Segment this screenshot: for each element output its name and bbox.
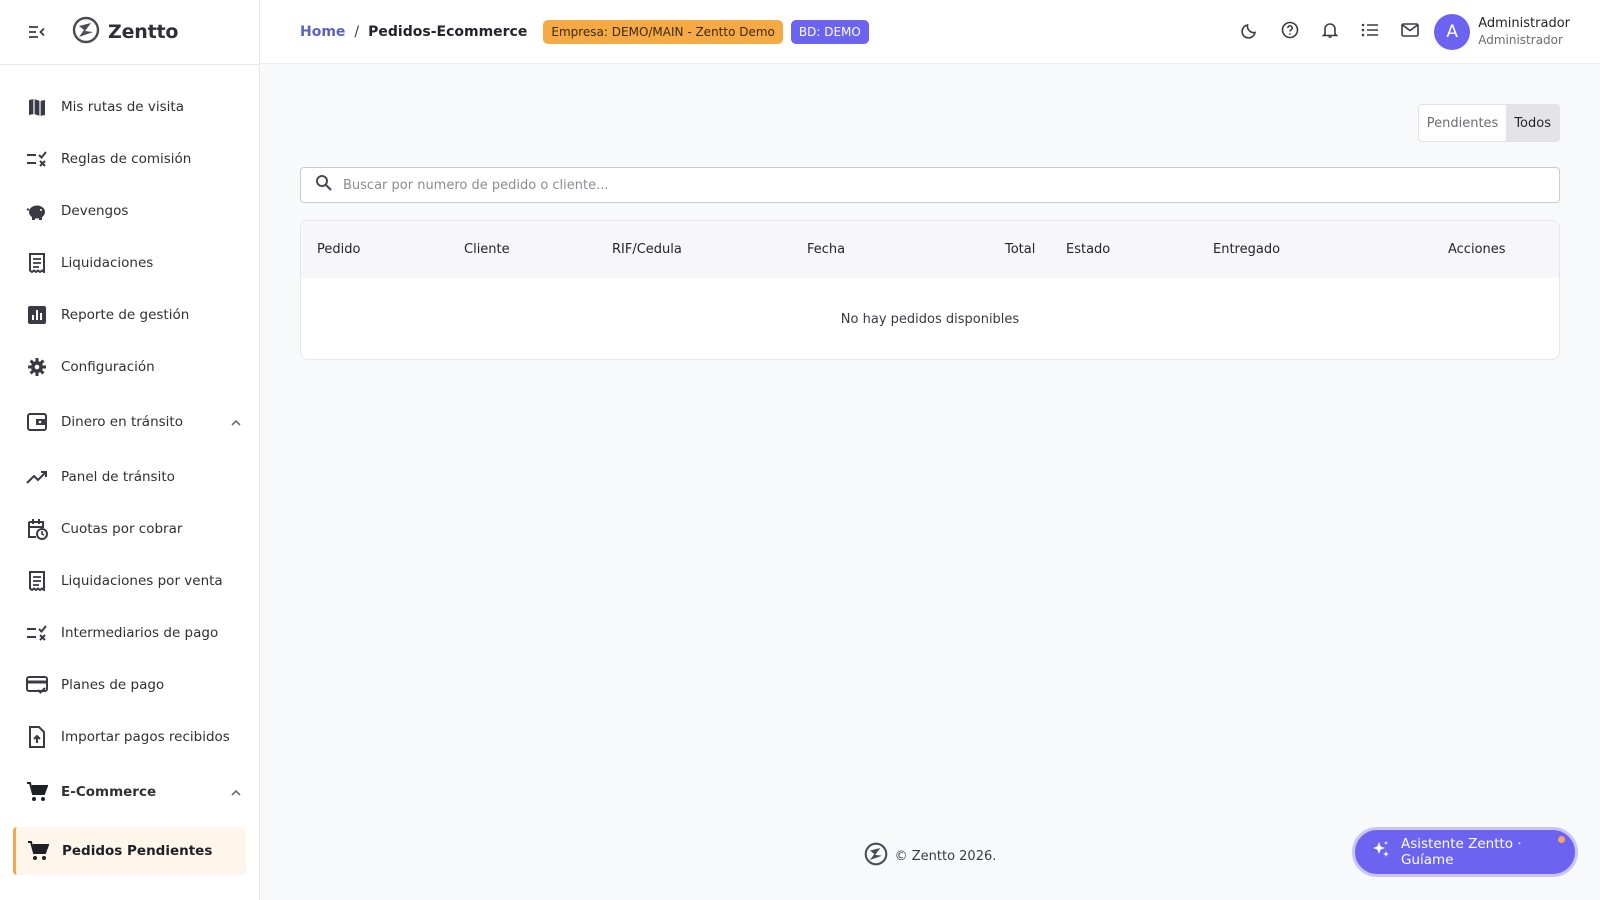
receipt-icon: [25, 251, 49, 275]
calendar-clock-icon: [25, 517, 49, 541]
column-header-fecha[interactable]: Fecha: [807, 242, 845, 257]
sidebar-item-devengos[interactable]: Devengos: [0, 185, 259, 237]
sidebar-item-label: Devengos: [61, 203, 129, 219]
wallet-icon: [25, 410, 49, 434]
user-menu[interactable]: A Administrador Administrador: [1434, 14, 1570, 50]
receipt-icon: [25, 569, 49, 593]
sidebar-item-label: Dinero en tránsito: [61, 414, 183, 430]
topbar: Home / Pedidos-Ecommerce Empresa: DEMO/M…: [260, 0, 1600, 64]
sidebar-item-liquidaciones-venta[interactable]: Liquidaciones por venta: [0, 555, 259, 607]
search-input[interactable]: [343, 177, 1523, 193]
chevron-up-icon[interactable]: [229, 415, 243, 429]
map-icon: [25, 95, 49, 119]
search-box: [300, 167, 1560, 203]
column-header-estado[interactable]: Estado: [1066, 242, 1110, 257]
sidebar-item-reglas-comision[interactable]: Reglas de comisión: [0, 133, 259, 185]
sidebar-item-label: Configuración: [61, 359, 155, 375]
rule-check-icon: [25, 621, 49, 645]
sidebar-item-label: E-Commerce: [61, 784, 157, 800]
menu-collapse-icon[interactable]: [27, 22, 47, 42]
trending-up-icon: [25, 465, 49, 489]
breadcrumb-home-link[interactable]: Home: [300, 24, 345, 40]
help-icon[interactable]: [1280, 20, 1300, 40]
sidebar-group-ecommerce[interactable]: E-Commerce: [0, 763, 259, 821]
zentto-logo-icon: [864, 842, 888, 870]
column-header-pedido[interactable]: Pedido: [317, 242, 360, 257]
sidebar-item-label: Reporte de gestión: [61, 307, 190, 323]
sidebar-item-reporte-gestion[interactable]: Reporte de gestión: [0, 289, 259, 341]
sidebar-item-configuracion[interactable]: Configuración: [0, 341, 259, 393]
notification-dot: [1558, 836, 1565, 843]
topbar-actions: [1240, 20, 1420, 40]
sidebar: Zentto Mis rutas de visita Reglas de com…: [0, 0, 260, 900]
cart-icon: [25, 780, 49, 804]
sidebar-header: Zentto: [0, 0, 259, 65]
breadcrumb-separator: /: [354, 23, 360, 40]
bell-icon[interactable]: [1320, 20, 1340, 40]
assistant-label: Asistente Zentto · Guíame: [1401, 836, 1522, 868]
sidebar-item-label: Planes de pago: [61, 677, 165, 693]
orders-table: Pedido Cliente RIF/Cedula Fecha Total Es…: [300, 220, 1560, 360]
credit-card-icon: [25, 673, 49, 697]
sidebar-item-intermediarios-pago[interactable]: Intermediarios de pago: [0, 607, 259, 659]
sidebar-item-pedidos-pendientes[interactable]: Pedidos Pendientes: [13, 827, 246, 875]
zentto-logo-icon: [72, 16, 100, 48]
column-header-entregado[interactable]: Entregado: [1213, 242, 1280, 257]
sidebar-item-label: Reglas de comisión: [61, 151, 192, 167]
sidebar-item-planes-pago[interactable]: Planes de pago: [0, 659, 259, 711]
user-role: Administrador: [1478, 33, 1563, 47]
sidebar-item-mis-rutas[interactable]: Mis rutas de visita: [0, 81, 259, 133]
table-header: Pedido Cliente RIF/Cedula Fecha Total Es…: [301, 221, 1559, 278]
sidebar-item-label: Liquidaciones por venta: [61, 573, 223, 589]
sidebar-item-cuotas-cobrar[interactable]: Cuotas por cobrar: [0, 503, 259, 555]
sidebar-item-label: Panel de tránsito: [61, 469, 175, 485]
gear-icon: [25, 355, 49, 379]
column-header-total[interactable]: Total: [1005, 242, 1035, 257]
piggy-bank-icon: [25, 199, 49, 223]
assistant-button[interactable]: Asistente Zentto · Guíame: [1352, 827, 1578, 877]
sidebar-item-label: Importar pagos recibidos: [61, 729, 230, 745]
sidebar-item-label: Pedidos Pendientes: [62, 843, 213, 859]
empresa-badge: Empresa: DEMO/MAIN - Zentto Demo: [543, 19, 783, 44]
column-header-cliente[interactable]: Cliente: [464, 242, 510, 257]
breadcrumb: Home / Pedidos-Ecommerce: [300, 24, 527, 40]
filter-pendientes-button[interactable]: Pendientes: [1419, 105, 1507, 141]
list-icon[interactable]: [1360, 20, 1380, 40]
footer-copyright: © Zentto 2026.: [894, 848, 997, 864]
user-name: Administrador: [1478, 16, 1570, 31]
brand-name: Zentto: [108, 21, 179, 43]
search-icon: [315, 174, 333, 196]
empty-state-message: No hay pedidos disponibles: [840, 312, 1020, 327]
filter-toggle-group: Pendientes Todos: [1417, 104, 1560, 142]
moon-icon[interactable]: [1240, 20, 1260, 40]
sidebar-item-liquidaciones[interactable]: Liquidaciones: [0, 237, 259, 289]
rule-check-icon: [25, 147, 49, 171]
filter-todos-button[interactable]: Todos: [1506, 105, 1559, 141]
sidebar-item-label: Intermediarios de pago: [61, 625, 219, 641]
sparkle-icon: [1371, 840, 1391, 864]
column-header-acciones: Acciones: [1448, 242, 1506, 257]
sidebar-item-label: Cuotas por cobrar: [61, 521, 183, 537]
sidebar-item-importar-pagos[interactable]: Importar pagos recibidos: [0, 711, 259, 763]
bar-chart-icon: [25, 303, 49, 327]
breadcrumb-current: Pedidos-Ecommerce: [368, 23, 528, 40]
user-info: Administrador Administrador: [1478, 15, 1570, 49]
main-content: Pendientes Todos Pedido Cliente RIF/Cedu…: [260, 64, 1600, 900]
cart-icon: [26, 839, 50, 863]
database-badge: BD: DEMO: [790, 19, 869, 44]
brand[interactable]: Zentto: [72, 16, 178, 48]
sidebar-item-panel-transito[interactable]: Panel de tránsito: [0, 451, 259, 503]
file-upload-icon: [25, 725, 49, 749]
sidebar-item-label: Liquidaciones: [61, 255, 154, 271]
mail-icon[interactable]: [1400, 20, 1420, 40]
column-header-rif[interactable]: RIF/Cedula: [612, 242, 682, 257]
avatar: A: [1434, 14, 1471, 50]
sidebar-group-dinero-transito[interactable]: Dinero en tránsito: [0, 393, 259, 451]
sidebar-nav: Mis rutas de visita Reglas de comisión D…: [0, 65, 259, 875]
chevron-up-icon[interactable]: [229, 785, 243, 799]
sidebar-item-label: Mis rutas de visita: [61, 99, 184, 115]
